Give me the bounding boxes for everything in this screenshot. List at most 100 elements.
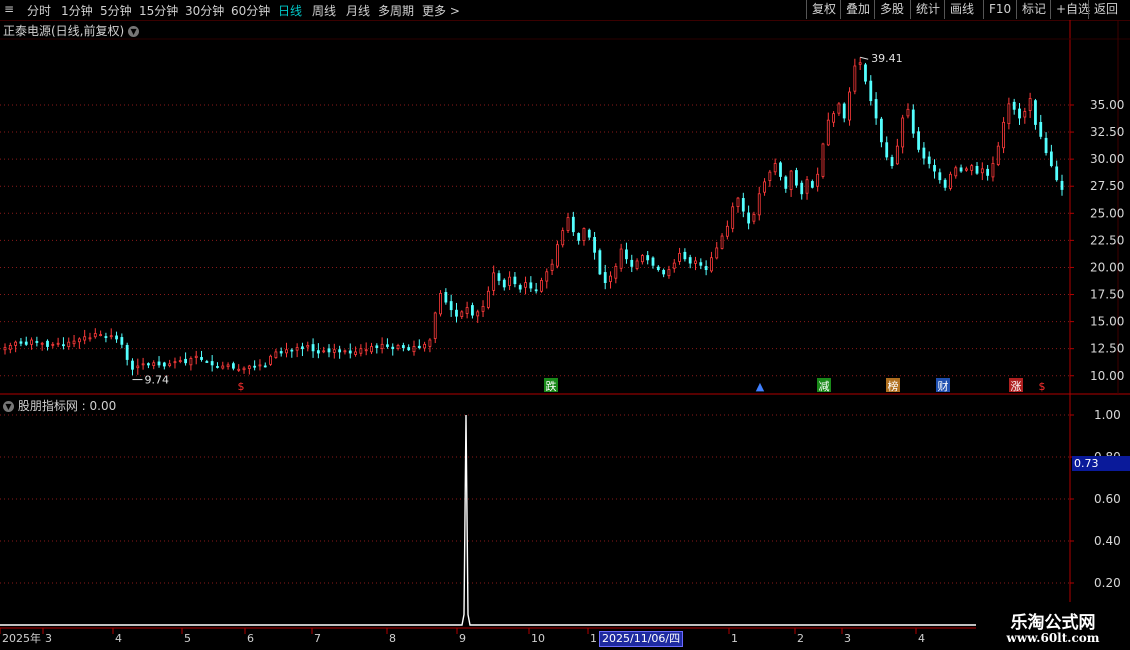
candle-body — [497, 273, 501, 281]
period-tab[interactable]: 1分钟 — [61, 2, 93, 19]
candle-body — [662, 269, 666, 275]
toolbar-button[interactable]: F10 — [983, 0, 1016, 19]
candle-body — [460, 311, 464, 317]
candle-body — [1018, 108, 1021, 119]
period-tab[interactable]: 5分钟 — [100, 2, 132, 19]
candle-body — [625, 249, 628, 260]
candle-body — [184, 358, 187, 364]
candle-body — [216, 366, 219, 368]
candle-body — [1039, 122, 1043, 137]
toolbar-button[interactable]: 叠加 — [840, 0, 875, 19]
candle-body — [242, 367, 246, 371]
indicator-axis-label: 0.20 — [1094, 576, 1121, 590]
event-markers: $ 跌 ▲ 减 榜 财 涨 $ — [238, 378, 1046, 393]
candle-body — [582, 228, 586, 241]
event-marker-bg — [886, 378, 900, 392]
indicator-title[interactable]: ▼ 股朋指标网 : 0.00 — [3, 397, 116, 414]
candle-body — [757, 193, 761, 216]
period-tab[interactable]: 月线 — [346, 2, 370, 19]
candle-body — [412, 346, 416, 353]
period-tab[interactable]: 日线 — [278, 2, 302, 19]
candle-body — [471, 305, 474, 316]
candle-body — [933, 165, 936, 172]
price-axis-label: 10.00 — [1090, 369, 1124, 383]
candle-body — [386, 344, 389, 347]
price-axis-label: 17.50 — [1090, 288, 1124, 302]
menu-icon[interactable]: ≡ — [4, 2, 14, 16]
toolbar-button[interactable]: 统计 — [910, 0, 945, 19]
candle-body — [800, 182, 804, 195]
candle-body — [104, 336, 108, 338]
candle-body — [1044, 137, 1048, 154]
watermark-title: 乐淘公式网 — [1010, 613, 1096, 633]
candle-body — [115, 335, 118, 340]
candle-body — [545, 271, 549, 282]
candle-body — [678, 252, 681, 262]
candle-body — [72, 340, 76, 345]
candle-body — [996, 145, 1000, 165]
chart-area[interactable]: 35.00 32.50 30.00 27.50 25.00 22.50 20.00 17.50… — [0, 0, 1130, 650]
candle-body — [810, 181, 814, 188]
toolbar-button[interactable]: 多股 — [874, 0, 909, 19]
period-tab[interactable]: 15分钟 — [139, 2, 178, 19]
axis-labels: 35.00 32.50 30.00 27.50 25.00 22.50 20.00 17.50… — [2, 52, 1124, 645]
candle-body — [752, 213, 756, 222]
time-axis-label: 3 — [45, 632, 52, 645]
candle-body — [964, 168, 968, 171]
time-axis-label: 5 — [184, 632, 191, 645]
candle-body — [688, 257, 692, 264]
toolbar-button[interactable]: 返回 — [1088, 0, 1123, 19]
candle-body — [492, 272, 496, 291]
chevron-down-icon[interactable]: ▼ — [128, 26, 140, 37]
candle-body — [826, 119, 830, 146]
candle-body — [231, 363, 235, 369]
chevron-down-icon[interactable]: ▼ — [3, 401, 14, 412]
candle-body — [630, 259, 634, 267]
time-axis-label: 4 — [115, 632, 122, 645]
period-tab[interactable]: 周线 — [312, 2, 336, 19]
candle-body — [189, 358, 193, 366]
candle-body — [40, 342, 44, 345]
time-axis-label: 9 — [459, 632, 466, 645]
candle-body — [99, 334, 103, 336]
high-marker: 39.41 — [871, 52, 903, 65]
period-tab[interactable]: 更多 > — [422, 2, 460, 19]
candle-body — [77, 338, 81, 343]
indicator-axis-label: 0.40 — [1094, 534, 1121, 548]
candle-body — [954, 167, 958, 177]
candle-body — [890, 157, 894, 167]
period-tab[interactable]: 分时 — [27, 2, 51, 19]
candle-body — [1049, 151, 1053, 167]
candle-body — [433, 312, 437, 339]
candle-body — [550, 263, 554, 271]
candle-body — [901, 117, 905, 148]
candle-body — [481, 306, 485, 312]
indicator-value-tag: 0.73 — [1072, 456, 1130, 471]
candle-body — [67, 341, 71, 347]
candle-body — [375, 345, 379, 348]
price-axis-label: 12.50 — [1090, 342, 1124, 356]
event-marker: $ — [238, 380, 245, 393]
toolbar-button[interactable]: 画线 — [944, 0, 979, 19]
candle-body — [556, 244, 559, 267]
event-marker-bg — [1009, 378, 1023, 392]
candle-body — [247, 365, 251, 369]
candle-body — [285, 349, 288, 354]
candle-body — [986, 168, 990, 176]
candle-body — [354, 351, 357, 355]
top-toolbar: 分时 1分钟 5分钟 15分钟 30分钟 60分钟 日线 周线 月线 多周期 更多 > 复权 叠加 多股统… — [0, 0, 1130, 21]
period-tab[interactable]: 60分钟 — [231, 2, 270, 19]
stock-title[interactable]: 正泰电源(日线,前复权) ▼ — [3, 22, 140, 39]
candle-body — [316, 350, 320, 354]
time-axis-label: 2025年 — [2, 631, 41, 645]
candle-body — [455, 309, 458, 317]
toolbar-button[interactable]: 标记 — [1016, 0, 1051, 19]
period-tab[interactable]: 30分钟 — [185, 2, 224, 19]
candle-body — [332, 349, 336, 353]
period-tab[interactable]: 多周期 — [378, 2, 414, 19]
candle-body — [1028, 98, 1032, 111]
candle-body — [1034, 100, 1037, 125]
candle-body — [635, 260, 639, 269]
toolbar-button[interactable]: 复权 — [806, 0, 841, 19]
candle-body — [927, 156, 931, 164]
